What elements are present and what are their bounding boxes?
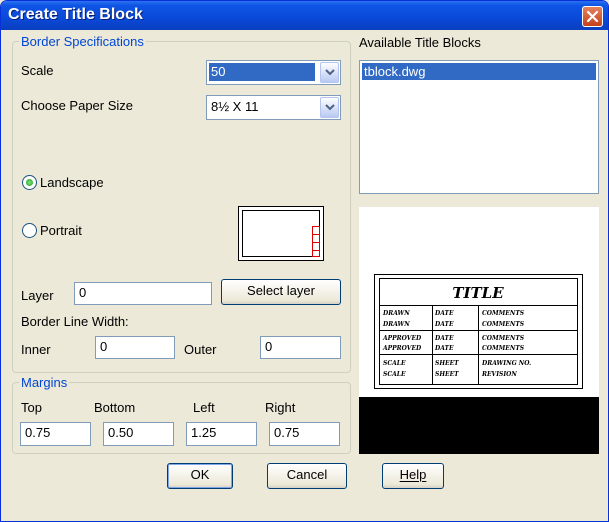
paper-size-label: Choose Paper Size [21, 98, 134, 113]
margins-legend: Margins [19, 375, 70, 390]
landscape-radio[interactable] [22, 175, 37, 190]
preview-cell: DATE [434, 345, 454, 352]
preview-cell: COMMENTS [482, 321, 525, 328]
preview-cell: COMMENTS [482, 335, 525, 342]
inner-width-input[interactable]: 0 [95, 336, 175, 359]
outer-width-input[interactable]: 0 [260, 336, 341, 359]
paper-size-dropdown-button[interactable] [320, 97, 339, 118]
window-title: Create Title Block [8, 6, 143, 23]
preview-cell: DATE [434, 310, 454, 317]
bottom-margin-label: Bottom [94, 400, 136, 415]
paper-size-combobox[interactable]: 8½ X 11 [206, 95, 341, 120]
radio-selected-dot [26, 179, 33, 186]
preview-cell: COMMENTS [482, 345, 525, 352]
list-item[interactable]: tblock.dwg [362, 63, 596, 80]
preview-title-text: TITLE [452, 284, 504, 302]
scale-value: 50 [209, 63, 315, 81]
border-specifications-legend: Border Specifications [19, 34, 146, 49]
cancel-button[interactable]: Cancel [267, 463, 347, 489]
left-margin-input[interactable]: 1.25 [186, 422, 257, 446]
scale-combobox[interactable]: 50 [206, 60, 341, 85]
preview-cell: SCALE [383, 360, 406, 367]
inner-label: Inner [21, 342, 51, 357]
preview-cell: DRAWN [382, 310, 410, 317]
left-margin-label: Left [193, 400, 215, 415]
chevron-down-icon [325, 104, 335, 111]
close-icon [586, 10, 599, 23]
top-margin-input[interactable]: 0.75 [20, 422, 91, 446]
top-margin-label: Top [21, 400, 42, 415]
preview-cell: DRAWN [382, 321, 410, 328]
landscape-label[interactable]: Landscape [40, 175, 104, 190]
bottom-margin-input[interactable]: 0.50 [103, 422, 174, 446]
right-margin-label: Right [265, 400, 296, 415]
create-title-block-dialog: Create Title Block Border Specifications… [0, 0, 609, 522]
scale-dropdown-button[interactable] [320, 62, 339, 83]
scale-label: Scale [21, 63, 54, 78]
right-margin-input[interactable]: 0.75 [269, 422, 340, 446]
preview-cell: REVISION [481, 371, 517, 378]
orientation-preview-icon [238, 206, 324, 261]
help-button[interactable]: Help [382, 463, 444, 489]
title-blocks-list[interactable]: tblock.dwg [359, 60, 599, 194]
border-line-width-label: Border Line Width: [21, 314, 129, 329]
outer-label: Outer [184, 342, 217, 357]
layer-label: Layer [21, 288, 54, 303]
preview-black-band [359, 397, 599, 454]
ok-button[interactable]: OK [167, 463, 233, 489]
preview-cell: SHEET [435, 360, 459, 367]
title-block-preview: TITLE DRAWN DATE COMMENTS DRAWN DATE COM… [359, 207, 599, 454]
preview-cell: APPROVED [382, 345, 422, 352]
preview-cell: SHEET [435, 371, 459, 378]
portrait-radio[interactable] [22, 223, 37, 238]
help-button-label: Help [399, 467, 427, 482]
preview-cell: SCALE [383, 371, 406, 378]
select-layer-button[interactable]: Select layer [221, 279, 341, 305]
preview-cell: APPROVED [382, 335, 422, 342]
layer-input[interactable]: 0 [74, 282, 212, 305]
chevron-down-icon [325, 69, 335, 76]
title-bar[interactable]: Create Title Block [1, 1, 608, 30]
preview-cell: COMMENTS [482, 310, 525, 317]
preview-cell: DATE [434, 335, 454, 342]
preview-cell: DATE [434, 321, 454, 328]
close-button[interactable] [582, 6, 603, 27]
portrait-label[interactable]: Portrait [40, 223, 82, 238]
title-block-drawing: TITLE DRAWN DATE COMMENTS DRAWN DATE COM… [374, 274, 583, 389]
preview-cell: DRAWING NO. [481, 360, 531, 367]
paper-size-value: 8½ X 11 [211, 99, 259, 114]
available-title-blocks-label: Available Title Blocks [359, 35, 481, 50]
